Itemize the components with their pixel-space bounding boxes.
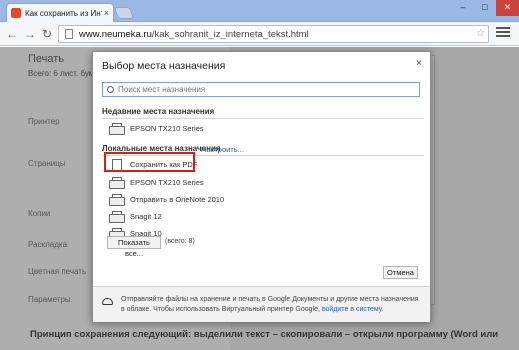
dialog-title: Выбор места назначения bbox=[102, 60, 226, 72]
tab-strip: Как сохранить из Интер... × – □ ✕ bbox=[0, 0, 519, 22]
printer-icon bbox=[109, 194, 125, 206]
url-domain: www.neumeka.ru bbox=[79, 28, 152, 40]
cloud-icon bbox=[102, 298, 113, 305]
cancel-button[interactable]: Отмена bbox=[383, 266, 418, 279]
printer-icon bbox=[109, 123, 125, 135]
minimize-button[interactable]: – bbox=[452, 0, 474, 16]
address-bar[interactable]: www.neumeka.ru/kak_sohranit_iz_interneta… bbox=[58, 25, 489, 43]
destination-label: Отправить в OneNote 2010 bbox=[130, 195, 225, 204]
destination-item[interactable]: EPSON TX210 Series bbox=[109, 122, 204, 135]
back-arrow-icon[interactable]: ← bbox=[6, 27, 18, 41]
site-favicon-icon bbox=[11, 8, 21, 18]
new-tab-button[interactable] bbox=[113, 7, 135, 19]
tab-close-icon[interactable]: × bbox=[104, 8, 109, 18]
cloud-print-end: . bbox=[381, 306, 384, 313]
destination-dialog: Выбор места назначения × Недавние места … bbox=[92, 51, 431, 322]
page-icon bbox=[65, 29, 73, 39]
destination-label: Snagit 12 bbox=[130, 212, 162, 221]
tab-title: Как сохранить из Интер... bbox=[25, 8, 102, 18]
printer-icon bbox=[109, 177, 125, 189]
recent-header: Недавние места назначения bbox=[102, 107, 215, 116]
sign-in-link[interactable]: войдите в систему bbox=[322, 306, 382, 313]
destination-item[interactable]: EPSON TX210 Series bbox=[109, 176, 204, 189]
destination-item[interactable]: Snagit 12 bbox=[109, 210, 162, 223]
dialog-footer: Отправляйте файлы на хранение и печать в… bbox=[93, 286, 430, 322]
browser-toolbar: ← → ↻ www.neumeka.ru/kak_sohranit_iz_int… bbox=[0, 22, 519, 46]
forward-arrow-icon[interactable]: → bbox=[24, 27, 36, 41]
dialog-close-icon[interactable]: × bbox=[416, 58, 422, 69]
cloud-print-note: Отправляйте файлы на хранение и печать в… bbox=[121, 295, 421, 315]
chrome-menu-icon[interactable] bbox=[496, 27, 510, 39]
search-icon bbox=[107, 86, 114, 93]
bookmark-star-icon[interactable]: ☆ bbox=[476, 28, 485, 39]
divider bbox=[102, 118, 424, 119]
reload-icon[interactable]: ↻ bbox=[42, 27, 52, 41]
highlight-box bbox=[104, 152, 195, 172]
destination-item[interactable]: Отправить в OneNote 2010 bbox=[109, 193, 224, 206]
printer-icon bbox=[109, 211, 125, 223]
maximize-button[interactable]: □ bbox=[474, 0, 496, 16]
destination-label: EPSON TX210 Series bbox=[130, 124, 204, 133]
destination-label: EPSON TX210 Series bbox=[130, 178, 204, 187]
show-all-button[interactable]: Показать все... bbox=[107, 236, 161, 258]
window-close-button[interactable]: ✕ bbox=[496, 0, 519, 16]
browser-tab[interactable]: Как сохранить из Интер... × bbox=[6, 3, 114, 22]
search-input[interactable] bbox=[118, 85, 419, 94]
url-path: /kak_sohranit_iz_interneta_tekst.html bbox=[151, 28, 309, 40]
destination-count: (всего: 8) bbox=[165, 238, 195, 245]
destination-search[interactable] bbox=[102, 82, 420, 97]
configure-link[interactable]: Настроить... bbox=[201, 145, 244, 154]
